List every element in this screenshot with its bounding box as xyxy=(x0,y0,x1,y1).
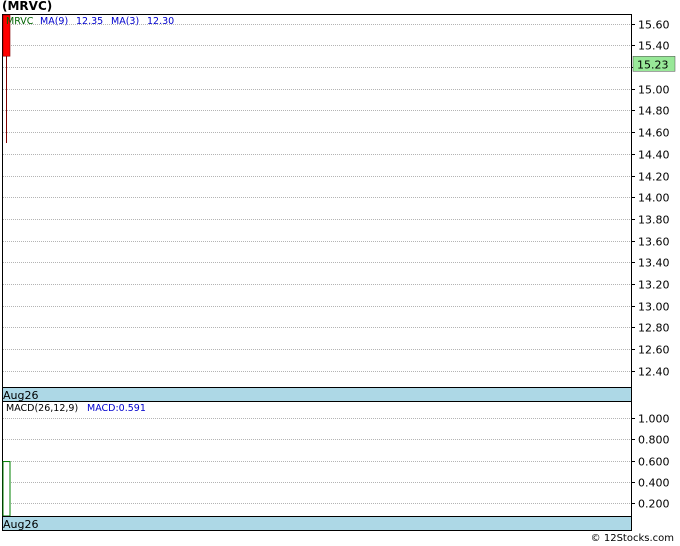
price-tick-label: 14.40 xyxy=(638,149,670,162)
macd-indicator-label: MACD(26,12,9) xyxy=(6,403,78,414)
macd-bar xyxy=(2,461,11,517)
price-tick-label: 13.60 xyxy=(638,236,670,249)
legend-ma9-value: 12.35 xyxy=(76,16,103,27)
price-panel: 15.60 15.40 15.00 14.80 14.60 14.40 14.20 14.00… xyxy=(2,14,676,402)
legend-ticker: MRVC xyxy=(6,16,34,27)
price-tick-label: 12.80 xyxy=(638,322,670,335)
macd-y-axis: 1.000 0.800 0.600 0.400 0.200 xyxy=(631,413,670,511)
macd-bars xyxy=(2,461,11,517)
last-price-badge: 15.23 xyxy=(632,56,676,72)
price-tick-label: 12.40 xyxy=(638,366,670,379)
legend-ma3-label: MA(3) xyxy=(111,16,139,27)
price-tick-label: 15.40 xyxy=(638,40,670,53)
price-tick-label: 14.20 xyxy=(638,171,670,184)
price-tick-label: 14.60 xyxy=(638,127,670,140)
macd-tick-label: 0.400 xyxy=(638,477,670,490)
price-y-axis: 15.60 15.40 15.00 14.80 14.60 14.40 14.20 14.00… xyxy=(631,19,670,379)
footer-copyright: © 12Stocks.com xyxy=(590,533,674,544)
macd-date-band xyxy=(2,516,632,531)
price-x-label: Aug26 xyxy=(3,389,38,402)
price-tick-label: 13.40 xyxy=(638,257,670,270)
macd-tick-label: 0.600 xyxy=(638,456,670,469)
legend-ma3-value: 12.30 xyxy=(147,16,174,27)
price-tick-label: 13.00 xyxy=(638,301,670,314)
price-tick-label: 14.00 xyxy=(638,192,670,205)
macd-tick-label: 0.200 xyxy=(638,498,670,511)
price-plot-frame xyxy=(2,14,632,388)
price-tick-label: 13.80 xyxy=(638,214,670,227)
price-tick-label: 13.20 xyxy=(638,279,670,292)
macd-value-label: MACD:0.591 xyxy=(87,403,146,414)
macd-tick-label: 0.800 xyxy=(638,434,670,447)
price-tick-label: 14.80 xyxy=(638,105,670,118)
legend-ma9-label: MA(9) xyxy=(40,16,68,27)
price-tick-label: 15.00 xyxy=(638,84,670,97)
macd-tick-label: 1.000 xyxy=(638,413,670,426)
macd-panel: 1.0000.8000.6000.4000.200 MACD(26,12,9) … xyxy=(2,401,670,531)
price-date-band xyxy=(2,387,632,402)
last-price-value: 15.23 xyxy=(637,58,669,71)
stock-chart: 15.60 15.40 15.00 14.80 14.60 14.40 14.20 14.00… xyxy=(2,14,676,531)
price-tick-label: 15.60 xyxy=(638,19,670,32)
macd-x-label: Aug26 xyxy=(3,518,38,531)
price-tick-label: 12.60 xyxy=(638,344,670,357)
